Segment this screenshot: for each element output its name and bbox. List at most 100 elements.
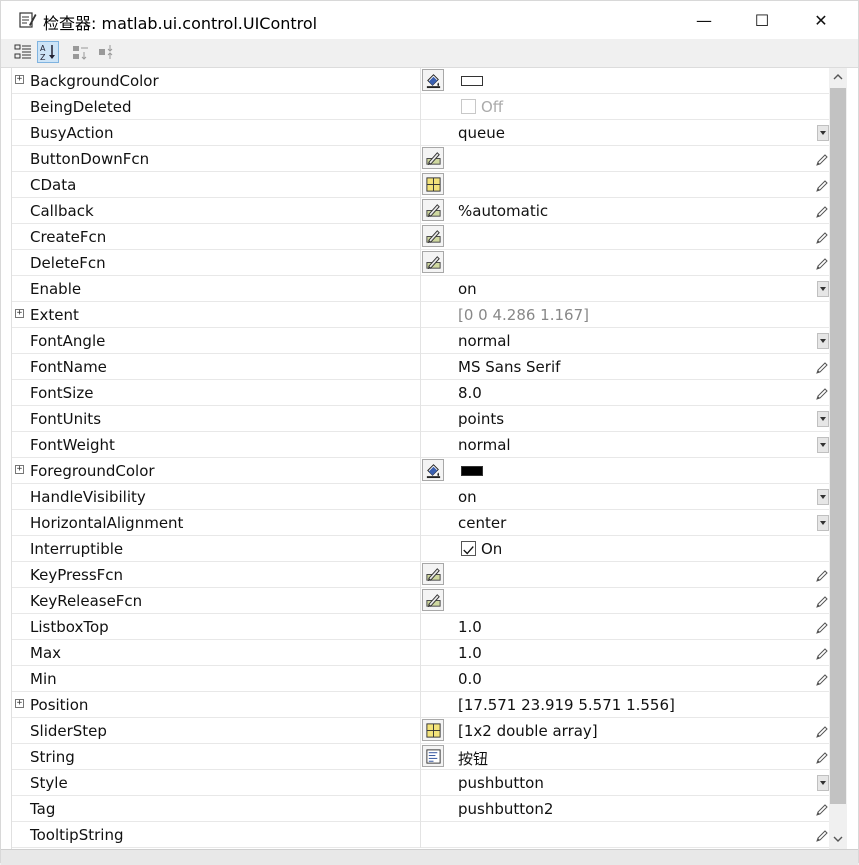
column-divider[interactable] [420, 354, 421, 380]
property-row-position[interactable]: + Position [17.571 23.919 5.571 1.556] [12, 692, 830, 718]
property-row-busy-action[interactable]: BusyAction queue [12, 120, 830, 146]
property-row-font-units[interactable]: FontUnits points [12, 406, 830, 432]
property-value[interactable]: [1x2 double array] [458, 722, 598, 740]
array-editor-icon[interactable] [422, 173, 444, 195]
property-checkbox[interactable] [461, 541, 476, 556]
property-value[interactable]: 按钮 [458, 748, 488, 769]
expand-icon[interactable]: + [15, 699, 24, 708]
column-divider[interactable] [420, 640, 421, 666]
property-row-extent[interactable]: + Extent [0 0 4.286 1.167] [12, 302, 830, 328]
property-value[interactable]: points [458, 410, 504, 428]
property-row-cdata[interactable]: CData [12, 172, 830, 198]
property-row-min[interactable]: Min 0.0 [12, 666, 830, 692]
color-editor-icon[interactable] [422, 459, 444, 481]
column-divider[interactable] [420, 718, 421, 744]
property-row-listbox-top[interactable]: ListboxTop 1.0 [12, 614, 830, 640]
dropdown-arrow-icon[interactable] [817, 281, 829, 297]
close-button[interactable]: ✕ [792, 1, 850, 39]
edit-pencil-icon[interactable] [815, 620, 829, 634]
edit-pencil-icon[interactable] [815, 256, 829, 270]
property-value[interactable]: %automatic [458, 202, 548, 220]
property-value[interactable]: normal [458, 332, 511, 350]
column-divider[interactable] [420, 432, 421, 458]
column-divider[interactable] [420, 796, 421, 822]
array-editor-icon[interactable] [422, 719, 444, 741]
dropdown-arrow-icon[interactable] [817, 775, 829, 791]
edit-pencil-icon[interactable] [815, 802, 829, 816]
property-row-key-release-fcn[interactable]: KeyReleaseFcn [12, 588, 830, 614]
property-row-tooltip-string[interactable]: TooltipString [12, 822, 830, 848]
edit-pencil-icon[interactable] [815, 386, 829, 400]
edit-pencil-icon[interactable] [815, 828, 829, 842]
maximize-button[interactable]: ☐ [733, 1, 791, 39]
dropdown-arrow-icon[interactable] [817, 333, 829, 349]
property-value[interactable]: 1.0 [458, 618, 482, 636]
column-divider[interactable] [420, 406, 421, 432]
column-divider[interactable] [420, 536, 421, 562]
property-row-enable[interactable]: Enable on [12, 276, 830, 302]
color-swatch[interactable] [461, 466, 483, 476]
edit-pencil-icon[interactable] [815, 594, 829, 608]
sort-alphabetical-button[interactable]: A Z [37, 41, 59, 63]
expand-icon[interactable]: + [15, 75, 24, 84]
property-value[interactable]: 1.0 [458, 644, 482, 662]
callback-editor-icon[interactable] [422, 251, 444, 273]
property-row-handle-visibility[interactable]: HandleVisibility on [12, 484, 830, 510]
column-divider[interactable] [420, 666, 421, 692]
expand-icon[interactable]: + [15, 465, 24, 474]
column-divider[interactable] [420, 744, 421, 770]
scroll-up-icon[interactable] [829, 68, 847, 86]
edit-pencil-icon[interactable] [815, 152, 829, 166]
callback-editor-icon[interactable] [422, 147, 444, 169]
property-value[interactable]: center [458, 514, 506, 532]
column-divider[interactable] [420, 198, 421, 224]
property-value[interactable]: pushbutton [458, 774, 544, 792]
edit-pencil-icon[interactable] [815, 724, 829, 738]
property-row-font-size[interactable]: FontSize 8.0 [12, 380, 830, 406]
edit-pencil-icon[interactable] [815, 750, 829, 764]
property-value[interactable]: [17.571 23.919 5.571 1.556] [458, 696, 675, 714]
property-row-button-down-fcn[interactable]: ButtonDownFcn [12, 146, 830, 172]
column-divider[interactable] [420, 614, 421, 640]
edit-pencil-icon[interactable] [815, 178, 829, 192]
scrollbar-thumb[interactable] [830, 88, 846, 804]
color-editor-icon[interactable] [422, 69, 444, 91]
edit-pencil-icon[interactable] [815, 568, 829, 582]
column-divider[interactable] [420, 510, 421, 536]
property-row-key-press-fcn[interactable]: KeyPressFcn [12, 562, 830, 588]
property-row-background-color[interactable]: + BackgroundColor [12, 68, 830, 94]
column-divider[interactable] [420, 172, 421, 198]
property-row-style[interactable]: Style pushbutton [12, 770, 830, 796]
callback-editor-icon[interactable] [422, 199, 444, 221]
title-bar[interactable]: 检查器: matlab.ui.control.UIControl — ☐ ✕ [1, 1, 858, 39]
column-divider[interactable] [420, 692, 421, 718]
edit-pencil-icon[interactable] [815, 646, 829, 660]
property-value[interactable]: 8.0 [458, 384, 482, 402]
property-row-slider-step[interactable]: SliderStep [1x2 double array] [12, 718, 830, 744]
property-value[interactable]: on [458, 280, 477, 298]
property-row-string[interactable]: String 按钮 [12, 744, 830, 770]
property-value[interactable]: normal [458, 436, 511, 454]
property-value[interactable]: queue [458, 124, 505, 142]
property-row-font-angle[interactable]: FontAngle normal [12, 328, 830, 354]
property-value[interactable]: on [458, 488, 477, 506]
dropdown-arrow-icon[interactable] [817, 437, 829, 453]
column-divider[interactable] [420, 328, 421, 354]
column-divider[interactable] [420, 250, 421, 276]
minimize-button[interactable]: — [675, 1, 733, 39]
property-value[interactable]: 0.0 [458, 670, 482, 688]
property-row-foreground-color[interactable]: + ForegroundColor [12, 458, 830, 484]
scroll-down-icon[interactable] [829, 830, 847, 848]
callback-editor-icon[interactable] [422, 589, 444, 611]
property-row-callback[interactable]: Callback %automatic [12, 198, 830, 224]
dropdown-arrow-icon[interactable] [817, 411, 829, 427]
property-value[interactable]: MS Sans Serif [458, 358, 560, 376]
vertical-scrollbar[interactable] [829, 68, 847, 849]
property-row-max[interactable]: Max 1.0 [12, 640, 830, 666]
column-divider[interactable] [420, 94, 421, 120]
collapse-all-button[interactable] [96, 41, 118, 63]
edit-pencil-icon[interactable] [815, 672, 829, 686]
property-value[interactable]: pushbutton2 [458, 800, 553, 818]
property-row-interruptible[interactable]: Interruptible On [12, 536, 830, 562]
column-divider[interactable] [420, 146, 421, 172]
